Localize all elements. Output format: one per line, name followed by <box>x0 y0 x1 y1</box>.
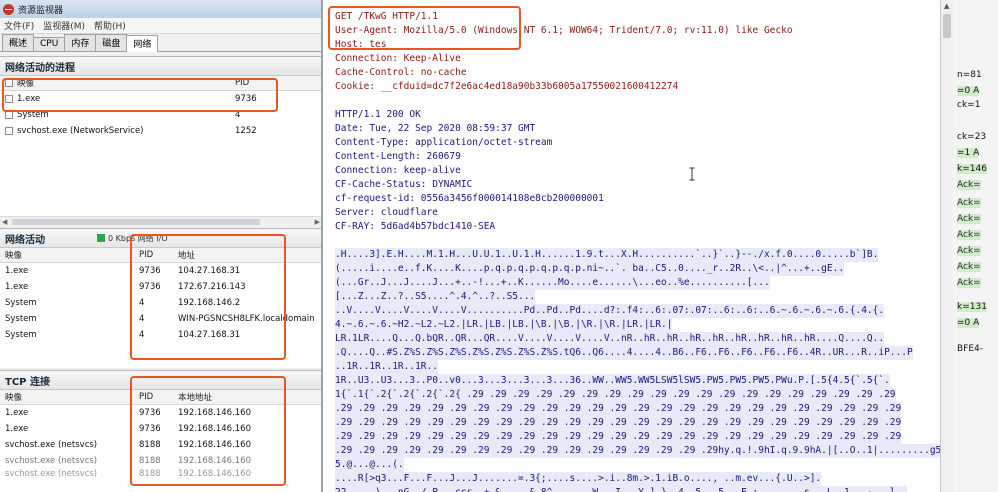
packet-list-fragment: Ack= <box>957 198 981 208</box>
response-line: Content-Length: 260679 <box>335 151 461 162</box>
menu-help[interactable]: 帮助(H) <box>94 19 126 32</box>
resource-monitor-window: 资源监视器 文件(F) 监视器(M) 帮助(H) 概述 CPU 内存 磁盘 网络… <box>0 0 322 492</box>
tcp-stream-panel[interactable]: GET /TKwG HTTP/1.1 User-Agent: Mozilla/5.… <box>322 0 940 492</box>
process-row[interactable]: svchost.exe (NetworkService) 1252 <box>0 123 321 139</box>
tcp-image: svchost.exe (netsvcs) <box>5 456 98 466</box>
scroll-up-icon[interactable]: ▲ <box>944 2 949 10</box>
highlight-box-request <box>328 6 521 50</box>
tab-disk[interactable]: 磁盘 <box>95 34 128 51</box>
payload-line: 1{`.1{`.2{`.2{`.2{`.2{ .29 .29 .29 .29 .… <box>335 388 896 402</box>
activity-image: System <box>5 330 37 340</box>
activity-image: 1.exe <box>5 282 29 292</box>
column-image[interactable]: 映像 <box>0 249 139 261</box>
menu-bar: 文件(F) 监视器(M) 帮助(H) <box>0 18 321 34</box>
packet-list-fragment: ck=1 <box>957 100 981 110</box>
text-cursor-icon <box>689 167 695 181</box>
response-line: Date: Tue, 22 Sep 2020 08:59:37 GMT <box>335 123 536 134</box>
packet-list-fragment: =0 A <box>957 318 980 328</box>
packet-list-background: n=81 =0 A ck=1 ck=23 =1 A k=146 Ack= Ack= Ack= Ac… <box>953 0 998 492</box>
payload-line: 5.@...@...(. <box>335 458 404 472</box>
payload-line: [...Z...Z..?..S5....^.4.^..?..S5... <box>335 290 536 304</box>
packet-list-fragment: BFE4- <box>957 344 984 354</box>
network-activity-title: 网络活动 <box>5 234 45 246</box>
payload-line: LR.1LR....Q...Q.bQR..QR...QR....V....V..… <box>335 332 885 346</box>
activity-image: System <box>5 298 37 308</box>
tcp-connections-title: TCP 连接 <box>5 376 50 388</box>
tcp-image: svchost.exe (netsvcs) <box>5 440 98 450</box>
activity-image: System <box>5 314 37 324</box>
response-line: Content-Type: application/octet-stream <box>335 137 553 148</box>
window-titlebar: 资源监视器 <box>0 0 321 18</box>
packet-list-fragment: Ack= <box>957 278 981 288</box>
tab-network[interactable]: 网络 <box>126 35 159 52</box>
scroll-thumb[interactable] <box>943 14 951 38</box>
payload-line: ..V....V....V....V....V..........Pd..Pd.… <box>335 304 885 318</box>
menu-monitor[interactable]: 监视器(M) <box>43 19 85 32</box>
process-pid: 1252 <box>235 126 257 136</box>
tcp-image: svchost.exe (netsvcs) <box>5 469 98 479</box>
tab-cpu[interactable]: CPU <box>33 37 66 51</box>
processes-hscrollbar[interactable]: ◀ ▶ <box>0 216 321 226</box>
payload-line: .29 .29 .29 .29 .29 .29 .29 .29 .29 .29 … <box>335 430 902 444</box>
tab-overview[interactable]: 概述 <box>2 34 35 51</box>
packet-list-fragment: Ack= <box>957 214 981 224</box>
packet-list-fragment: n=81 <box>957 70 982 80</box>
payload-line: .Q....Q..#S.Z%S.Z%S.Z%S.Z%S.Z%S.Z%S.Z%S.… <box>335 346 913 360</box>
column-image[interactable]: 映像 <box>0 391 139 403</box>
process-image: svchost.exe (NetworkService) <box>17 126 144 136</box>
payload-line: .29 .29 .29 .29 .29 .29 .29 .29 .29 .29 … <box>335 416 902 430</box>
response-line: HTTP/1.1 200 OK <box>335 109 421 120</box>
tcp-image: 1.exe <box>5 408 29 418</box>
packet-list-fragment: =0 A <box>957 86 980 96</box>
window-title: 资源监视器 <box>18 5 64 16</box>
response-line: CF-Cache-Status: DYNAMIC <box>335 179 473 190</box>
response-line: CF-RAY: 5d6ad4b57bdc1410-SEA <box>335 221 496 232</box>
payload-line: .H....3].E.H....M.1.H...U.U.1..U.1.H....… <box>335 248 879 262</box>
payload-line: .29 .29 .29 .29 .29 .29 .29 .29 .29 .29 … <box>335 444 940 458</box>
menu-file[interactable]: 文件(F) <box>4 19 34 32</box>
response-line: Connection: keep-alive <box>335 165 461 176</box>
process-checkbox[interactable] <box>5 111 13 119</box>
payload-line: .29 .29 .29 .29 .29 .29 .29 .29 .29 .29 … <box>335 402 902 416</box>
resource-monitor-app-icon <box>3 3 14 15</box>
packet-list-fragment: Ack= <box>957 262 981 272</box>
processes-panel-title: 网络活动的进程 <box>5 62 75 74</box>
packet-list-fragment: Ack= <box>957 230 981 240</box>
payload-line: (.....i....e..f.K....K....p.q.p.q.p.q.p.… <box>335 262 845 276</box>
green-square-icon <box>97 234 105 242</box>
scroll-right-icon[interactable]: ▶ <box>315 218 320 226</box>
packet-list-fragment: =1 A <box>957 148 980 158</box>
packet-list-fragment: k=131 <box>957 302 987 312</box>
tcp-image: 1.exe <box>5 424 29 434</box>
request-line: Connection: Keep-Alive <box>335 53 461 64</box>
payload-line: 22_....)...nG../.P...ccc..+.&.....&.8^..… <box>335 486 907 492</box>
packet-list-fragment: k=146 <box>957 164 987 174</box>
payload-line: ....R[>q3...F...F...J...J.......=.3{;...… <box>335 472 822 486</box>
processes-panel-header[interactable]: 网络活动的进程 <box>0 56 321 76</box>
request-line: Cookie: __cfduid=dc7f2e6ac4ed18a90b33b60… <box>335 81 679 92</box>
packet-list-fragment: Ack= <box>957 180 981 190</box>
packet-list-fragment: Ack= <box>957 246 981 256</box>
tab-memory[interactable]: 内存 <box>64 34 97 51</box>
request-line: Cache-Control: no-cache <box>335 67 467 78</box>
scroll-left-icon[interactable]: ◀ <box>2 218 7 226</box>
highlight-box-activity <box>130 234 286 360</box>
payload-line: ..1R..1R..1R..1R.. <box>335 360 438 374</box>
response-line: cf-request-id: 0556a3456f000014108e8cb20… <box>335 193 604 204</box>
process-checkbox[interactable] <box>5 127 13 135</box>
highlight-box-process <box>2 78 278 112</box>
payload-line: (...Gr..J...J....J...+..-!...+..K......M… <box>335 276 770 290</box>
stream-vscrollbar[interactable]: ▲ <box>940 0 953 492</box>
activity-image: 1.exe <box>5 266 29 276</box>
response-line: Server: cloudflare <box>335 207 438 218</box>
packet-list-fragment: ck=23 <box>957 132 987 142</box>
payload-line: 4.~.6.~.6.~H2.~L2.~L2.|LR.|LB.|LB.|\B.|\… <box>335 318 673 332</box>
scroll-thumb[interactable] <box>12 219 260 225</box>
tab-strip: 概述 CPU 内存 磁盘 网络 <box>0 34 321 52</box>
payload-line: 1R..U3..U3...3..P0..v0...3...3...3...3..… <box>335 374 890 388</box>
highlight-box-tcp <box>130 376 286 486</box>
